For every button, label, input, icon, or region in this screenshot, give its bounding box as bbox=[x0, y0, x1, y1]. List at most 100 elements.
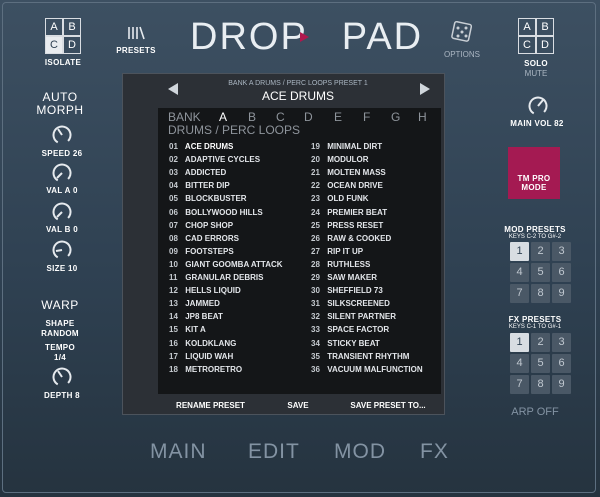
mod-preset-5[interactable]: 5 bbox=[531, 263, 550, 282]
preset-row[interactable]: 14 JP8 BEAT bbox=[169, 312, 223, 321]
isolate-c-button[interactable]: C bbox=[45, 36, 63, 54]
preset-row[interactable]: 20 MODULOR bbox=[311, 155, 369, 164]
arp-off-button[interactable]: ARP OFF bbox=[506, 406, 564, 418]
preset-row[interactable]: 35 TRANSIENT RHYTHM bbox=[311, 352, 409, 361]
save-button[interactable]: SAVE bbox=[283, 401, 313, 410]
fx-preset-6[interactable]: 6 bbox=[552, 354, 571, 373]
preset-row[interactable]: 27 RIP IT UP bbox=[311, 247, 363, 256]
preset-row[interactable]: 05 BLOCKBUSTER bbox=[169, 194, 247, 203]
mod-preset-8[interactable]: 8 bbox=[531, 284, 550, 303]
solo-d-button[interactable]: D bbox=[536, 36, 554, 54]
preset-row[interactable]: 02 ADAPTIVE CYCLES bbox=[169, 155, 260, 164]
preset-row[interactable]: 07 CHOP SHOP bbox=[169, 221, 233, 230]
options-label[interactable]: OPTIONS bbox=[438, 50, 486, 59]
bank-f[interactable]: F bbox=[363, 110, 370, 124]
bank-b[interactable]: B bbox=[248, 110, 256, 124]
fx-preset-1[interactable]: 1 bbox=[510, 333, 529, 352]
fx-preset-3[interactable]: 3 bbox=[552, 333, 571, 352]
tempo-label[interactable]: TEMPO 1/4 bbox=[30, 343, 90, 363]
preset-row[interactable]: 15 KIT A bbox=[169, 325, 206, 334]
preset-row[interactable]: 30 SHEFFIELD 73 bbox=[311, 286, 383, 295]
preset-row[interactable]: 08 CAD ERRORS bbox=[169, 234, 239, 243]
presets-icon[interactable] bbox=[126, 26, 146, 40]
preset-row[interactable]: 18 METRORETRO bbox=[169, 365, 242, 374]
val-a-knob[interactable] bbox=[52, 163, 72, 183]
bank-e[interactable]: E bbox=[334, 110, 342, 124]
preset-row[interactable]: 10 GIANT GOOMBA ATTACK bbox=[169, 260, 283, 269]
val-b-knob[interactable] bbox=[52, 202, 72, 222]
isolate-a-button[interactable]: A bbox=[45, 18, 63, 36]
preset-row[interactable]: 16 KOLDKLANG bbox=[169, 339, 236, 348]
preset-row[interactable]: 19 MINIMAL DIRT bbox=[311, 142, 382, 151]
prev-preset-arrow-icon[interactable] bbox=[168, 83, 178, 95]
preset-row[interactable]: 28 RUTHLESS bbox=[311, 260, 370, 269]
bank-a[interactable]: A bbox=[219, 110, 227, 124]
bank-h[interactable]: H bbox=[418, 110, 427, 124]
solo-b-button[interactable]: B bbox=[536, 18, 554, 36]
preset-row[interactable]: 32 SILENT PARTNER bbox=[311, 312, 396, 321]
isolate-d-button[interactable]: D bbox=[63, 36, 81, 54]
tab-main[interactable]: MAIN bbox=[150, 440, 207, 464]
tm-pro-mode-label: TM PRO MODE bbox=[517, 174, 551, 192]
fx-preset-8[interactable]: 8 bbox=[531, 375, 550, 394]
preset-row[interactable]: 06 BOLLYWOOD HILLS bbox=[169, 208, 263, 217]
main-vol-knob[interactable] bbox=[528, 96, 548, 116]
fx-preset-9[interactable]: 9 bbox=[552, 375, 571, 394]
fx-preset-4[interactable]: 4 bbox=[510, 354, 529, 373]
preset-row[interactable]: 23 OLD FUNK bbox=[311, 194, 369, 203]
preset-number: 32 bbox=[311, 312, 320, 322]
mod-preset-7[interactable]: 7 bbox=[510, 284, 529, 303]
mod-preset-6[interactable]: 6 bbox=[552, 263, 571, 282]
shape-label[interactable]: SHAPE RANDOM bbox=[30, 319, 90, 339]
preset-row[interactable]: 03 ADDICTED bbox=[169, 168, 226, 177]
isolate-b-button[interactable]: B bbox=[63, 18, 81, 36]
preset-row[interactable]: 21 MOLTEN MASS bbox=[311, 168, 386, 177]
preset-row[interactable]: 11 GRANULAR DEBRIS bbox=[169, 273, 263, 282]
preset-row[interactable]: 09 FOOTSTEPS bbox=[169, 247, 234, 256]
solo-a-button[interactable]: A bbox=[518, 18, 536, 36]
mod-preset-4[interactable]: 4 bbox=[510, 263, 529, 282]
rename-preset-button[interactable]: RENAME PRESET bbox=[168, 401, 253, 410]
preset-row[interactable]: 22 OCEAN DRIVE bbox=[311, 181, 383, 190]
save-preset-to-button[interactable]: SAVE PRESET TO... bbox=[340, 401, 436, 410]
preset-row[interactable]: 26 RAW & COOKED bbox=[311, 234, 391, 243]
preset-row[interactable]: 34 STICKY BEAT bbox=[311, 339, 380, 348]
preset-row[interactable]: 01 ACE DRUMS bbox=[169, 142, 233, 151]
depth-knob[interactable] bbox=[52, 367, 72, 387]
mute-label[interactable]: MUTE bbox=[512, 69, 560, 78]
preset-row[interactable]: 13 JAMMED bbox=[169, 299, 220, 308]
mod-preset-1[interactable]: 1 bbox=[510, 242, 529, 261]
isolate-grid[interactable]: A B C D bbox=[45, 18, 81, 54]
fx-preset-5[interactable]: 5 bbox=[531, 354, 550, 373]
mod-preset-2[interactable]: 2 bbox=[531, 242, 550, 261]
tab-mod[interactable]: MOD bbox=[334, 440, 386, 464]
preset-row[interactable]: 17 LIQUID WAH bbox=[169, 352, 233, 361]
size-knob[interactable] bbox=[52, 240, 72, 260]
preset-number: 08 bbox=[169, 233, 178, 243]
tab-fx[interactable]: FX bbox=[420, 440, 449, 464]
preset-row[interactable]: 33 SPACE FACTOR bbox=[311, 325, 389, 334]
fx-preset-2[interactable]: 2 bbox=[531, 333, 550, 352]
mod-preset-9[interactable]: 9 bbox=[552, 284, 571, 303]
solo-c-button[interactable]: C bbox=[518, 36, 536, 54]
speed-knob[interactable] bbox=[52, 125, 72, 145]
fx-preset-7[interactable]: 7 bbox=[510, 375, 529, 394]
preset-row[interactable]: 04 BITTER DIP bbox=[169, 181, 230, 190]
dice-icon[interactable] bbox=[450, 20, 474, 44]
next-preset-arrow-icon[interactable] bbox=[420, 83, 430, 95]
bank-d[interactable]: D bbox=[304, 110, 313, 124]
solo-grid[interactable]: A B C D bbox=[518, 18, 554, 54]
bank-c[interactable]: C bbox=[276, 110, 285, 124]
preset-row[interactable]: 31 SILKSCREENED bbox=[311, 299, 390, 308]
preset-row[interactable]: 25 PRESS RESET bbox=[311, 221, 383, 230]
bank-g[interactable]: G bbox=[391, 110, 400, 124]
presets-label[interactable]: PRESETS bbox=[112, 46, 160, 55]
preset-row[interactable]: 36 VACUUM MALFUNCTION bbox=[311, 365, 423, 374]
preset-name: GRANULAR DEBRIS bbox=[183, 273, 264, 282]
preset-row[interactable]: 24 PREMIER BEAT bbox=[311, 208, 387, 217]
preset-name: VACUUM MALFUNCTION bbox=[325, 364, 423, 374]
preset-row[interactable]: 12 HELLS LIQUID bbox=[169, 286, 241, 295]
tab-edit[interactable]: EDIT bbox=[248, 440, 300, 464]
mod-preset-3[interactable]: 3 bbox=[552, 242, 571, 261]
preset-row[interactable]: 29 SAW MAKER bbox=[311, 273, 377, 282]
